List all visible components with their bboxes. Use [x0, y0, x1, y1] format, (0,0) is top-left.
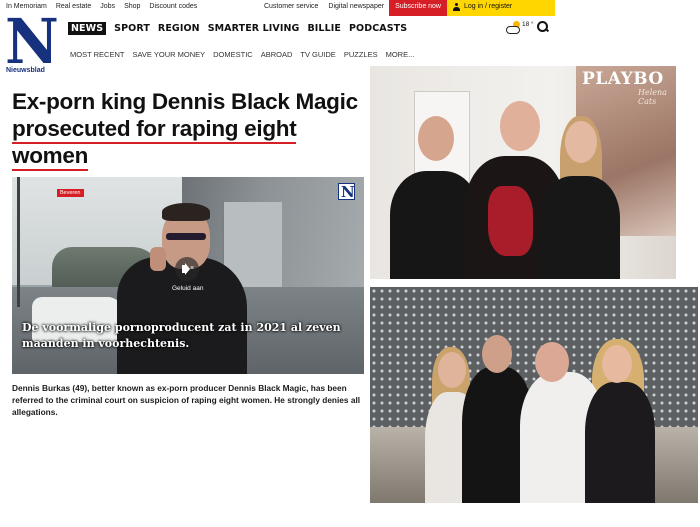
video-scene-man-glasses: [166, 233, 206, 240]
subnav-abroad[interactable]: ABROAD: [261, 50, 293, 59]
nav-item-billie[interactable]: BILLIE: [307, 23, 341, 34]
logo-wordmark: Nieuwsblad: [6, 67, 45, 74]
nav-item-sport[interactable]: SPORT: [114, 23, 150, 34]
login-label: Log in / register: [464, 3, 513, 10]
utility-bar: In Memoriam Real estate Jobs Shop Discou…: [0, 0, 555, 16]
subnav-most-recent[interactable]: MOST RECENT: [70, 50, 124, 59]
main-nav: NEWS SPORT REGION SMARTER LIVING BILLIE …: [68, 22, 407, 35]
subnav-save-your-money[interactable]: SAVE YOUR MONEY: [132, 50, 205, 59]
mute-label[interactable]: Geluid aan: [172, 285, 203, 292]
article-headline[interactable]: Ex-porn king Dennis Black Magic prosecut…: [12, 88, 362, 171]
photo-body-4: [585, 382, 655, 503]
subscribe-button[interactable]: Subscribe now: [389, 0, 447, 16]
weather-temperature[interactable]: 18 °: [522, 21, 534, 28]
subnav-more[interactable]: MORE...: [386, 50, 415, 59]
video-scene-pole: [17, 177, 20, 307]
headline-line-2-text: prosecuted for raping eight: [12, 116, 297, 144]
user-icon: [453, 3, 460, 11]
site-logo[interactable]: N Nieuwsblad: [5, 11, 60, 77]
article-lede: Dennis Burkas (49), better known as ex-p…: [12, 383, 361, 417]
utility-actions: Customer service Digital newspaper Subsc…: [259, 0, 555, 16]
poster-title: PLAYBO: [582, 69, 664, 89]
customer-service-link[interactable]: Customer service: [259, 0, 323, 16]
utility-link-discount-codes[interactable]: Discount codes: [149, 3, 197, 10]
utility-link-real-estate[interactable]: Real estate: [56, 3, 91, 10]
speaker-muted-icon: [182, 265, 186, 273]
video-location-tag: Beveren: [57, 189, 84, 197]
mute-x-icon: ×: [190, 265, 195, 272]
photo-four-people-sofa: [370, 287, 698, 503]
subnav-puzzles[interactable]: PUZZLES: [344, 50, 378, 59]
photo-three-people-playboy: PLAYBO Helena Cats: [370, 66, 676, 279]
mute-button[interactable]: ×: [175, 257, 199, 281]
headline-line-1: Ex-porn king Dennis Black Magic: [12, 89, 358, 114]
search-icon[interactable]: [537, 21, 549, 33]
video-brand-logo: N: [338, 183, 355, 201]
photo-head-1: [438, 352, 466, 388]
photo-person-right: [540, 176, 620, 279]
subnav-domestic[interactable]: DOMESTIC: [213, 50, 253, 59]
digital-newspaper-link[interactable]: Digital newspaper: [323, 0, 389, 16]
headline-line-3: women: [12, 142, 362, 171]
photo-head-2: [482, 335, 512, 373]
nav-item-smarter-living[interactable]: SMARTER LIVING: [208, 23, 300, 34]
subnav-tv-guide[interactable]: TV GUIDE: [300, 50, 335, 59]
utility-link-shop[interactable]: Shop: [124, 3, 140, 10]
nav-item-region[interactable]: REGION: [158, 23, 200, 34]
headline-line-3-text: women: [12, 143, 88, 171]
utility-link-jobs[interactable]: Jobs: [100, 3, 115, 10]
photo-head-3: [535, 342, 569, 382]
photo-shirt-print: [488, 186, 533, 256]
cloud-shape: [506, 26, 520, 34]
video-caption: De voormalige pornoproducent zat in 2021…: [22, 321, 341, 350]
headline-line-2: prosecuted for raping eight: [12, 115, 362, 144]
video-scene-hand-phone: [150, 247, 166, 271]
nav-item-news[interactable]: NEWS: [68, 22, 107, 35]
photo-head-right: [565, 121, 597, 163]
photo-head-center: [500, 101, 540, 151]
login-button[interactable]: Log in / register: [447, 0, 555, 16]
photo-head-left: [418, 116, 454, 161]
video-scene-man-hair: [162, 203, 210, 221]
sub-nav: MOST RECENT SAVE YOUR MONEY DOMESTIC ABR…: [70, 50, 414, 59]
video-logo-letter: N: [341, 183, 355, 201]
poster-subtitle: Helena Cats: [638, 88, 667, 106]
video-player[interactable]: Beveren N × Geluid aan De voormalige por…: [12, 177, 364, 374]
logo-letter: N: [5, 5, 59, 78]
photo-head-4: [602, 345, 632, 383]
nav-item-podcasts[interactable]: PODCASTS: [349, 23, 407, 34]
